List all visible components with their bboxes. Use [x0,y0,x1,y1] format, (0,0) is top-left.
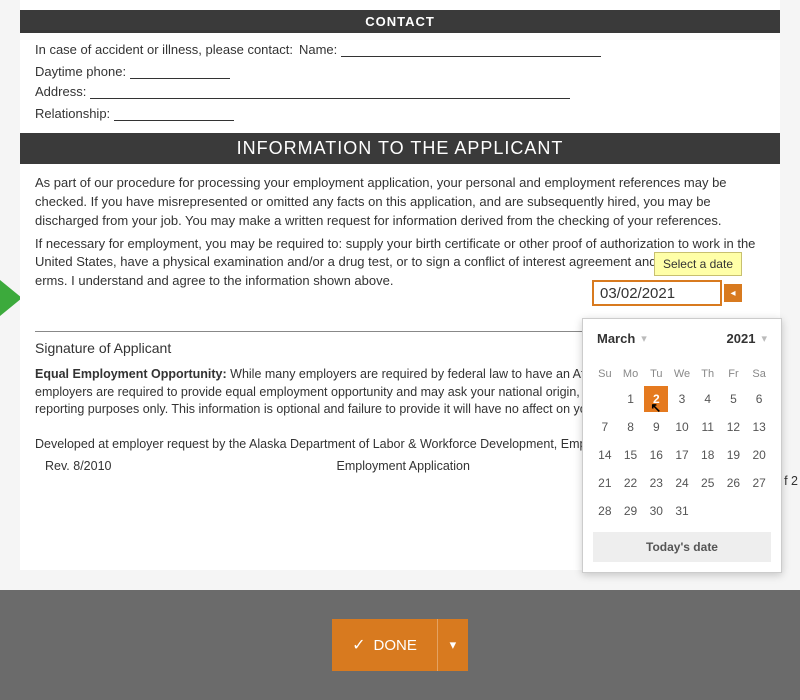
calendar-day[interactable]: 27 [747,470,771,496]
done-button[interactable]: ✓ DONE [332,619,438,671]
calendar-day-empty: . [722,498,746,524]
calendar-day[interactable]: 13 [747,414,771,440]
calendar-grid: SuMoTuWeThFrSa.12↖3456789101112131415161… [593,364,771,524]
calendar-day[interactable]: 20 [747,442,771,468]
daytime-phone-label: Daytime phone: [35,64,126,79]
info-p2-a: If necessary for employment, you may be … [35,236,755,270]
daytime-phone-field[interactable] [130,63,230,79]
chevron-down-icon[interactable]: ▾ [761,332,767,345]
calendar-header: March ▾ 2021 ▾ [593,331,771,346]
calendar-dow: Su [593,364,617,384]
calendar-day[interactable]: 15 [619,442,643,468]
info-paragraph-1: As part of our procedure for processing … [35,174,765,231]
contact-row-2: Address: Relationship: [35,83,765,121]
bottom-bar: ✓ DONE ▾ [0,590,800,700]
calendar-day[interactable]: 11 [696,414,720,440]
calendar-month[interactable]: March [597,331,635,346]
calendar-day[interactable]: 28 [593,498,617,524]
calendar-dow: Tu [644,364,668,384]
page-number-fragment: f 2 [784,474,798,488]
calendar-dow: Th [696,364,720,384]
calendar-day[interactable]: 7 [593,414,617,440]
calendar-day[interactable]: 22 [619,470,643,496]
contact-prompt: In case of accident or illness, please c… [35,42,293,57]
calendar-dow: Mo [619,364,643,384]
calendar-dow: Fr [722,364,746,384]
revision: Rev. 8/2010 [45,459,111,473]
date-tooltip: Select a date [654,252,742,276]
done-label: DONE [374,637,417,654]
date-field-group: ◂ [592,280,742,306]
calendar-day[interactable]: 1 [619,386,643,412]
chevron-down-icon[interactable]: ▾ [641,332,647,345]
calendar-day-empty: . [593,386,617,412]
calendar-popup: March ▾ 2021 ▾ SuMoTuWeThFrSa.12↖3456789… [582,318,782,573]
calendar-icon: ◂ [730,288,735,299]
relationship-field[interactable] [114,105,234,121]
date-input[interactable] [592,280,722,306]
calendar-day-empty: . [747,498,771,524]
calendar-day[interactable]: 30 [644,498,668,524]
calendar-day[interactable]: 25 [696,470,720,496]
calendar-year[interactable]: 2021 [727,331,756,346]
calendar-day[interactable]: 19 [722,442,746,468]
calendar-day[interactable]: 17 [670,442,694,468]
calendar-day[interactable]: 16 [644,442,668,468]
calendar-day[interactable]: 5 [722,386,746,412]
section-header: INFORMATION TO THE APPLICANT [20,133,780,164]
calendar-day[interactable]: 26 [722,470,746,496]
calendar-day[interactable]: 21 [593,470,617,496]
todays-date-button[interactable]: Today's date [593,532,771,562]
info-p2-b: erms. I understand and agree to the info… [35,273,393,288]
calendar-day[interactable]: 3 [670,386,694,412]
address-field[interactable] [90,83,570,99]
calendar-day[interactable]: 29 [619,498,643,524]
date-picker-button[interactable]: ◂ [724,284,742,302]
calendar-dow: We [670,364,694,384]
check-icon: ✓ [352,635,365,655]
calendar-day[interactable]: 24 [670,470,694,496]
done-button-group: ✓ DONE ▾ [332,619,468,671]
relationship-label: Relationship: [35,106,110,121]
calendar-day[interactable]: 6 [747,386,771,412]
contact-header: CONTACT [20,10,780,33]
calendar-day[interactable]: 4 [696,386,720,412]
calendar-day[interactable]: 2↖ [644,386,668,412]
contact-row-1: In case of accident or illness, please c… [35,41,765,79]
calendar-day[interactable]: 10 [670,414,694,440]
calendar-dow: Sa [747,364,771,384]
name-field[interactable] [341,41,601,57]
chevron-down-icon: ▾ [450,637,457,653]
name-label: Name: [299,42,337,57]
calendar-day[interactable]: 12 [722,414,746,440]
calendar-day[interactable]: 18 [696,442,720,468]
calendar-day[interactable]: 31 [670,498,694,524]
calendar-day[interactable]: 9 [644,414,668,440]
calendar-day[interactable]: 8 [619,414,643,440]
calendar-day[interactable]: 14 [593,442,617,468]
side-indicator-arrow [0,280,22,316]
calendar-day-empty: . [696,498,720,524]
calendar-day[interactable]: 23 [644,470,668,496]
eeo-bold: Equal Employment Opportunity: [35,367,227,381]
done-dropdown-toggle[interactable]: ▾ [438,619,468,671]
address-label: Address: [35,84,86,99]
